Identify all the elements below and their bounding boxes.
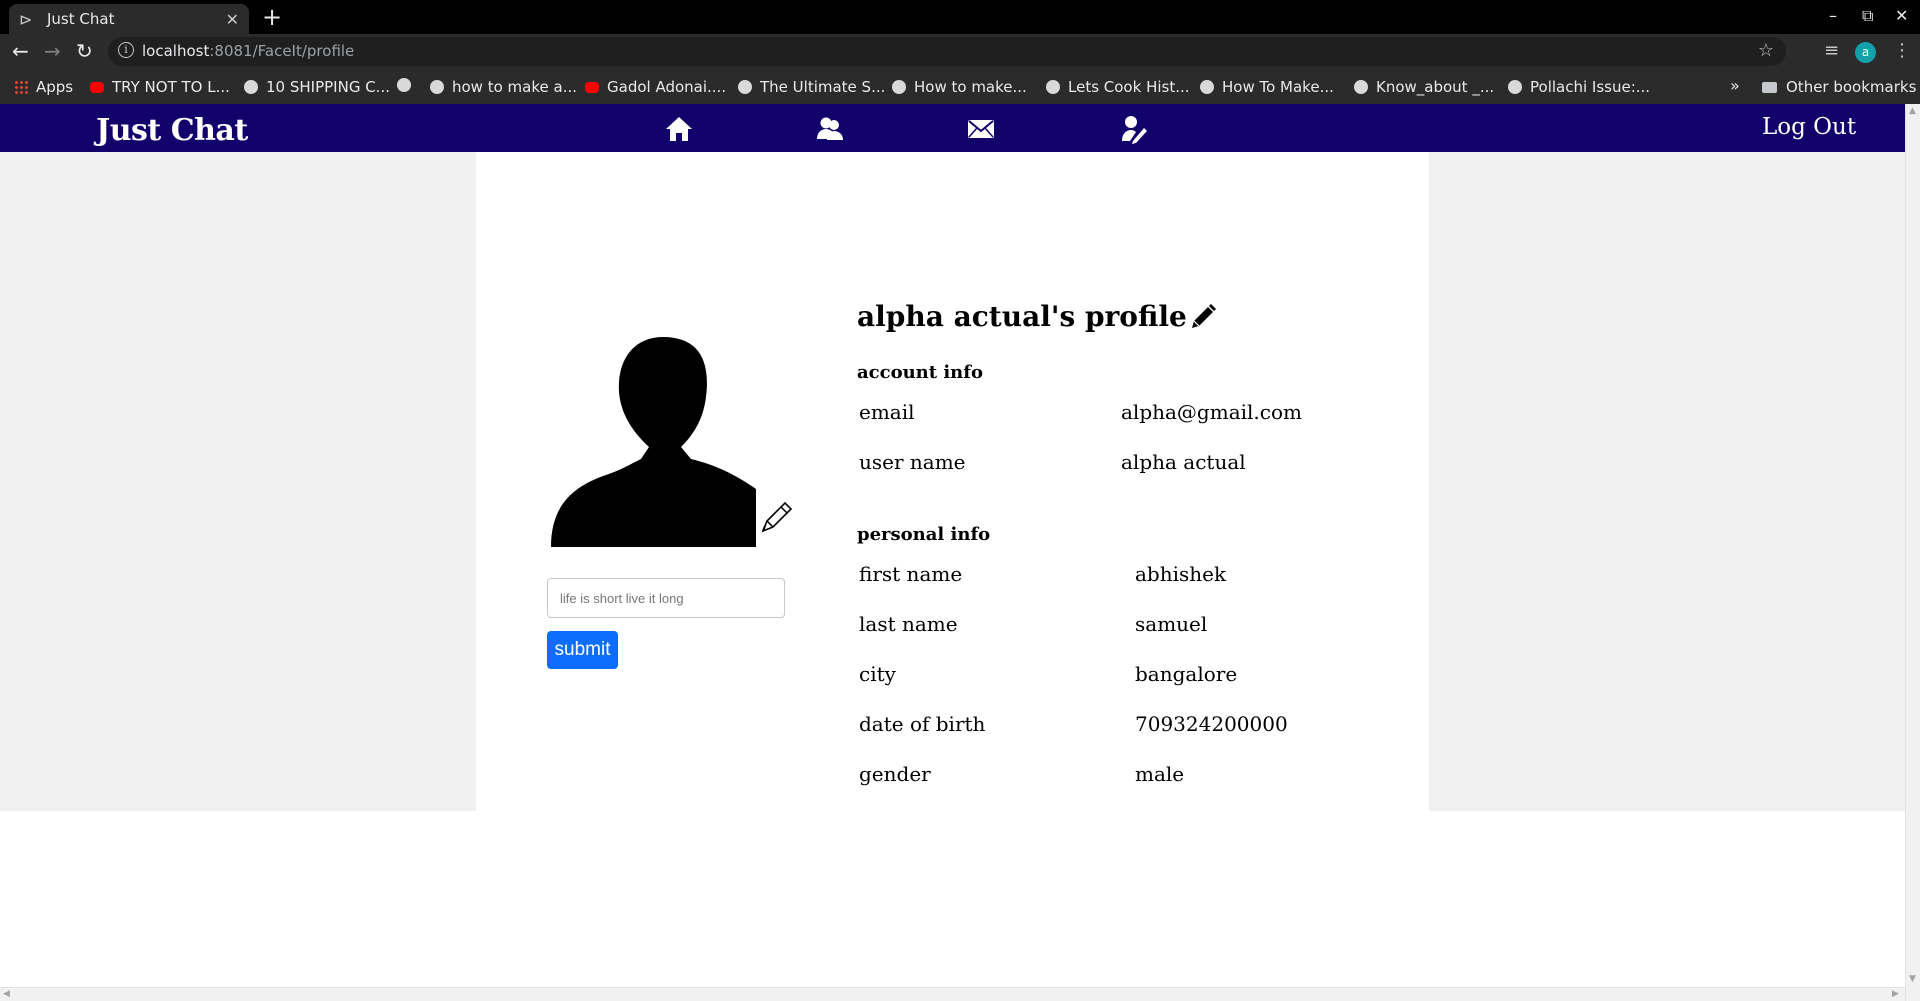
globe-icon	[738, 80, 752, 94]
bookmark-item[interactable]: 10 SHIPPING C...	[244, 78, 390, 96]
username-value: alpha actual	[1121, 450, 1246, 474]
globe-icon	[1046, 80, 1060, 94]
dob-value: 709324200000	[1135, 712, 1288, 736]
minimize-icon[interactable]: –	[1829, 6, 1837, 25]
scroll-up-icon[interactable]: ▲	[1909, 106, 1916, 116]
bookmark-item[interactable]: Pollachi Issue:...	[1508, 78, 1650, 96]
city-value: bangalore	[1135, 662, 1238, 686]
account-info-heading: account info	[857, 362, 984, 383]
globe-icon	[892, 80, 906, 94]
first-name-label: first name	[859, 562, 963, 586]
more-bookmarks-icon[interactable]: »	[1730, 76, 1740, 95]
profile-title: alpha actual's profile	[857, 300, 1217, 333]
status-input[interactable]	[547, 578, 785, 618]
forward-icon[interactable]: →	[44, 39, 61, 63]
bookmark-star-icon[interactable]: ☆	[1758, 40, 1774, 61]
browser-toolbar: ← → ↻ i localhost:8081/FaceIt/profile ☆ …	[0, 34, 1920, 70]
bookmark-item[interactable]: The Ultimate S...	[738, 78, 885, 96]
url-text: localhost:8081/FaceIt/profile	[142, 42, 355, 60]
menu-kebab-icon[interactable]: ⋮	[1893, 40, 1911, 61]
apps-grid-icon	[14, 80, 28, 94]
horizontal-scrollbar[interactable]: ◀ ▶	[0, 987, 1905, 1001]
bookmark-item[interactable]: how to make a...	[430, 78, 577, 96]
globe-icon	[1354, 80, 1368, 94]
bookmark-item[interactable]: How To Make...	[1200, 78, 1334, 96]
app-navbar: Just Chat Log Out	[0, 104, 1905, 152]
profile-card: submit alpha actual's profile account in…	[476, 152, 1429, 811]
globe-icon	[244, 80, 258, 94]
profile-avatar[interactable]: a	[1855, 42, 1876, 63]
first-name-value: abhishek	[1135, 562, 1227, 586]
scroll-right-icon[interactable]: ▶	[1892, 989, 1899, 999]
globe-icon	[1200, 80, 1214, 94]
city-label: city	[859, 662, 896, 686]
globe-icon	[1508, 80, 1522, 94]
new-tab-icon[interactable]: +	[262, 5, 282, 29]
site-info-icon[interactable]: i	[118, 42, 134, 58]
dob-label: date of birth	[859, 712, 986, 736]
page-background: submit alpha actual's profile account in…	[0, 152, 1905, 811]
globe-icon	[430, 80, 444, 94]
users-icon[interactable]	[815, 114, 845, 144]
edit-profile-icon[interactable]	[1189, 303, 1217, 331]
gender-value: male	[1135, 762, 1185, 786]
username-label: user name	[859, 450, 966, 474]
personal-info-heading: personal info	[857, 524, 991, 545]
bookmarks-bar: Apps TRY NOT TO L... 10 SHIPPING C... ho…	[0, 70, 1920, 104]
bookmark-item[interactable]: Know_about _...	[1354, 78, 1494, 96]
profile-title-text: alpha actual's profile	[857, 300, 1187, 333]
edit-photo-icon[interactable]	[757, 497, 797, 537]
email-value: alpha@gmail.com	[1121, 400, 1302, 424]
bookmark-item[interactable]: Lets Cook Hist...	[1046, 78, 1190, 96]
scroll-left-icon[interactable]: ◀	[3, 989, 10, 999]
close-window-icon[interactable]: ✕	[1895, 6, 1908, 25]
bookmark-item[interactable]	[397, 78, 419, 92]
restore-icon[interactable]: ⧉	[1862, 6, 1873, 26]
edit-user-icon[interactable]	[1119, 114, 1149, 144]
tab-title: Just Chat	[47, 10, 115, 28]
reload-icon[interactable]: ↻	[76, 39, 93, 63]
browser-tabstrip: ⊳ Just Chat ✕ + – ⧉ ✕	[0, 0, 1920, 34]
home-icon[interactable]	[664, 114, 694, 144]
bookmark-item[interactable]: TRY NOT TO L...	[90, 78, 230, 96]
last-name-label: last name	[859, 612, 958, 636]
bookmark-item[interactable]: How to make...	[892, 78, 1027, 96]
bookmark-item[interactable]: Apps	[14, 78, 73, 96]
bookmark-item[interactable]: Gadol Adonai....	[585, 78, 726, 96]
email-label: email	[859, 400, 915, 424]
address-bar[interactable]: i localhost:8081/FaceIt/profile ☆	[108, 37, 1786, 66]
brand-logo[interactable]: Just Chat	[96, 113, 248, 148]
close-tab-icon[interactable]: ✕	[226, 10, 239, 29]
other-bookmarks[interactable]: Other bookmarks	[1762, 78, 1916, 96]
logout-link[interactable]: Log Out	[1762, 114, 1856, 140]
tab-favicon-icon: ⊳	[19, 9, 33, 29]
submit-button[interactable]: submit	[547, 631, 618, 669]
youtube-icon	[585, 81, 599, 93]
media-control-icon[interactable]: ≡	[1824, 40, 1839, 61]
youtube-icon	[90, 81, 104, 93]
folder-icon	[1762, 81, 1777, 93]
last-name-value: samuel	[1135, 612, 1208, 636]
globe-icon	[397, 78, 411, 92]
browser-tab[interactable]: ⊳ Just Chat ✕	[9, 4, 249, 34]
scroll-down-icon[interactable]: ▼	[1909, 974, 1916, 984]
back-icon[interactable]: ←	[12, 39, 29, 63]
gender-label: gender	[859, 762, 931, 786]
envelope-icon[interactable]	[966, 114, 996, 144]
vertical-scrollbar[interactable]: ▲ ▼	[1905, 104, 1920, 1001]
page-viewport: Just Chat Log Out life is short live it …	[0, 104, 1920, 1001]
